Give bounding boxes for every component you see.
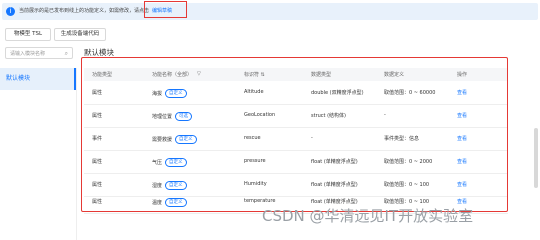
module-search-input[interactable]: 请输入模块名称 ⌕ xyxy=(5,47,73,59)
view-tsl-button[interactable]: 物模型 TSL xyxy=(5,28,51,41)
search-placeholder: 请输入模块名称 xyxy=(10,51,46,57)
highlight-box-edit-draft xyxy=(144,1,187,18)
watermark: CSDN @华清远见IT开放实验室 xyxy=(262,207,474,225)
sidebar-item-default-module[interactable]: 默认模块 xyxy=(0,68,76,90)
generate-device-code-button[interactable]: 生成设备端代码 xyxy=(54,28,106,41)
info-icon: i xyxy=(6,7,15,16)
notice-message: 当前展示的是已发布到线上的功能定义，如需修改，请点击 xyxy=(19,8,150,14)
highlight-box-table xyxy=(81,57,508,212)
search-icon[interactable]: ⌕ xyxy=(65,48,68,60)
module-sidebar: 默认模块 xyxy=(0,68,77,240)
vertical-scrollbar[interactable] xyxy=(534,128,538,188)
info-banner: i 当前展示的是已发布到线上的功能定义，如需修改，请点击 编辑草稿 xyxy=(2,3,538,20)
